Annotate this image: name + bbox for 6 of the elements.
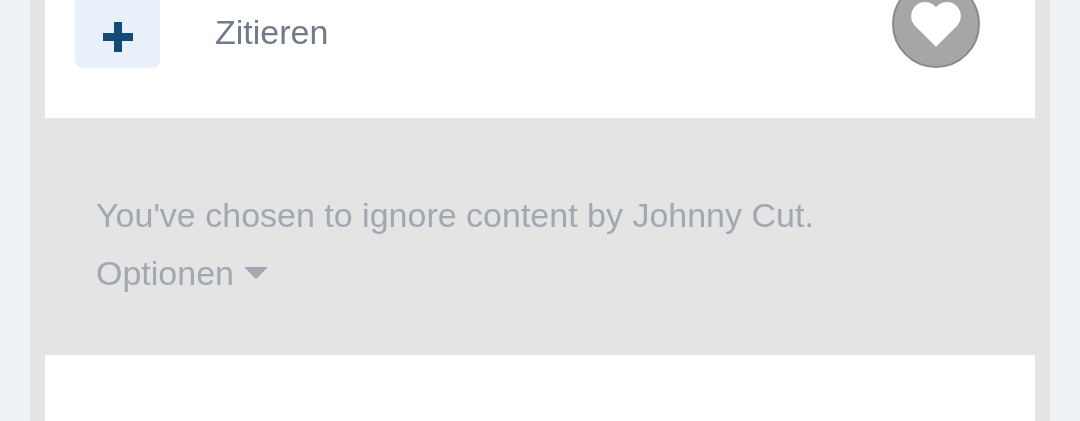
heart-icon [908, 0, 964, 49]
caret-icon [244, 267, 268, 279]
plus-icon [75, 0, 160, 68]
ignore-message: You've chosen to ignore content by Johnny Cut. [96, 195, 815, 236]
quote-button[interactable]: Zitieren [75, 0, 329, 68]
like-button[interactable] [892, 0, 980, 68]
